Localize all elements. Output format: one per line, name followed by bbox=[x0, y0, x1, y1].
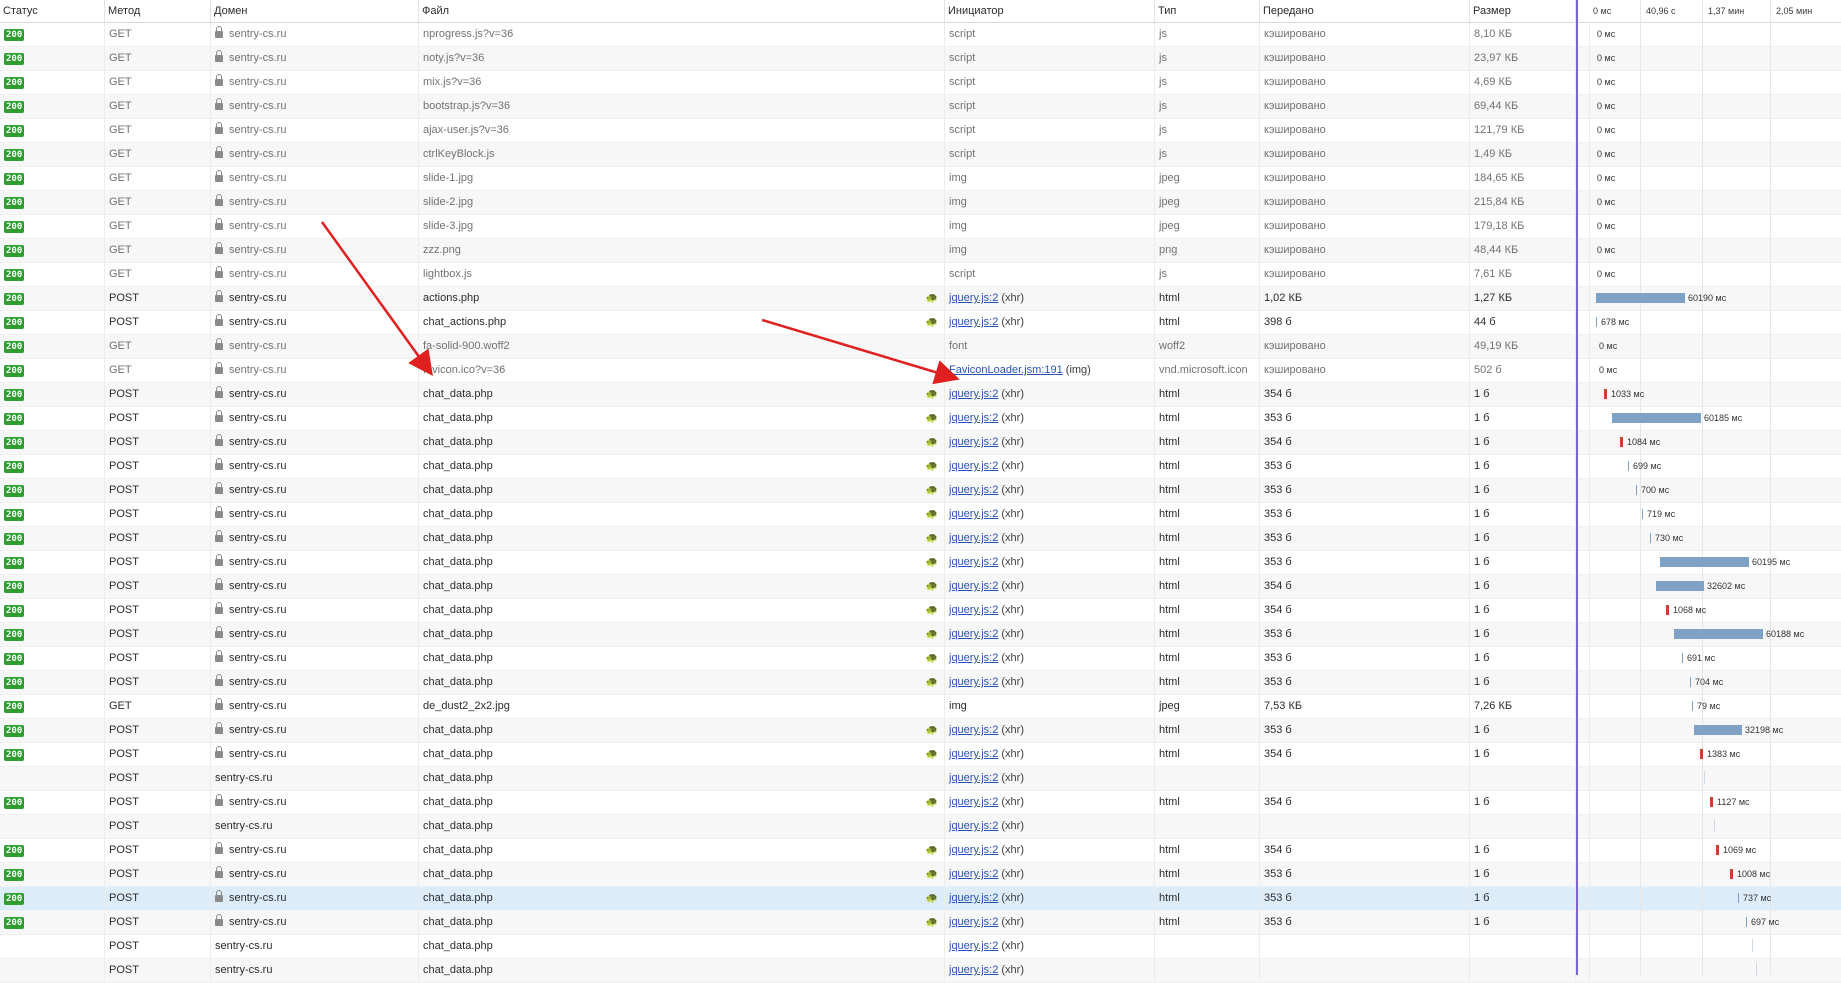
annotation-arrows bbox=[320, 221, 960, 385]
annotation-arrow bbox=[761, 318, 960, 385]
annotation-arrow bbox=[320, 221, 433, 377]
